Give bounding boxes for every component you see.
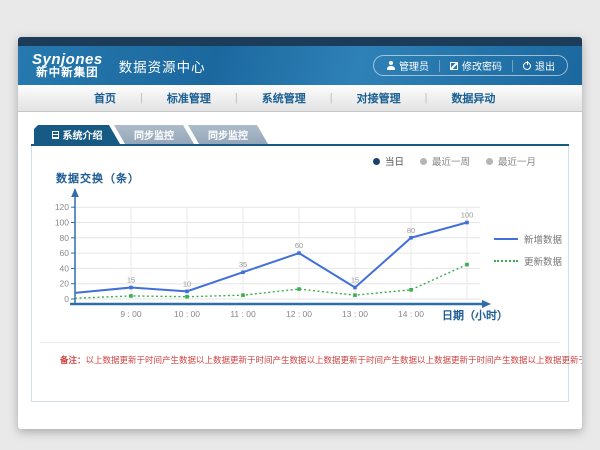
radio-today[interactable]: 当日 xyxy=(373,154,404,168)
svg-text:15: 15 xyxy=(351,276,359,285)
nav-item-system-mgmt[interactable]: 系统管理 xyxy=(238,90,330,106)
tab-sync-monitor-1[interactable]: 同步监控 xyxy=(114,125,194,144)
user-icon xyxy=(386,61,395,70)
logo-text-cn: 新中新集团 xyxy=(36,67,99,79)
change-password-button[interactable]: 修改密码 xyxy=(450,58,502,73)
svg-text:40: 40 xyxy=(60,263,70,273)
svg-text:100: 100 xyxy=(461,211,474,220)
radio-dot-icon xyxy=(420,158,427,165)
toolbar-divider xyxy=(512,60,513,72)
time-range-selector: 当日 最近一周 最近一月 xyxy=(373,154,536,168)
nav-item-interface-mgmt[interactable]: 对接管理 xyxy=(333,90,425,106)
nav-item-home[interactable]: 首页 xyxy=(70,90,140,106)
current-user-button[interactable]: 管理员 xyxy=(386,58,429,73)
document-icon xyxy=(52,131,59,139)
radio-label: 最近一月 xyxy=(498,154,536,168)
current-user-label: 管理员 xyxy=(399,58,429,73)
window-top-strip xyxy=(18,37,582,46)
logout-label: 退出 xyxy=(535,58,555,73)
app-header: Synjones 新中新集团 数据资源中心 管理员 修改密码 退出 xyxy=(18,46,582,85)
toolbar-divider xyxy=(439,60,440,72)
tab-label: 同步监控 xyxy=(208,127,248,142)
svg-text:15: 15 xyxy=(127,276,135,285)
svg-text:10 : 00: 10 : 00 xyxy=(174,309,200,319)
change-password-label: 修改密码 xyxy=(462,58,502,73)
svg-text:11 : 00: 11 : 00 xyxy=(230,309,256,319)
svg-text:日期（小时）: 日期（小时） xyxy=(442,308,508,322)
tab-label: 系统介绍 xyxy=(63,127,103,142)
logo-text-en: Synjones xyxy=(32,52,103,68)
tab-bar: 系统介绍 同步监控 同步监控 xyxy=(31,125,569,144)
svg-text:60: 60 xyxy=(295,241,303,250)
footnote-label: 备注： xyxy=(60,355,86,365)
legend-label: 更新数据 xyxy=(524,254,562,268)
svg-text:60: 60 xyxy=(60,248,70,258)
company-logo: Synjones 新中新集团 xyxy=(32,52,103,80)
svg-text:120: 120 xyxy=(55,202,69,212)
legend-label: 新增数据 xyxy=(524,232,562,246)
y-axis-title: 数据交换（条） xyxy=(56,170,140,186)
svg-text:12 : 00: 12 : 00 xyxy=(286,309,312,319)
legend-item-updated-data: 更新数据 xyxy=(494,254,562,268)
svg-text:10: 10 xyxy=(183,279,191,288)
edit-icon xyxy=(450,62,458,70)
page-title: 数据资源中心 xyxy=(119,56,206,76)
tab-system-intro[interactable]: 系统介绍 xyxy=(34,125,120,144)
svg-text:35: 35 xyxy=(239,260,247,269)
radio-last-month[interactable]: 最近一月 xyxy=(486,154,536,168)
user-toolbar: 管理员 修改密码 退出 xyxy=(373,55,568,76)
svg-text:9 : 00: 9 : 00 xyxy=(120,309,142,319)
footnote-text: 以上数据更新于时间产生数据以上数据更新于时间产生数据以上数据更新于时间产生数据以… xyxy=(86,355,582,365)
svg-text:20: 20 xyxy=(60,279,70,289)
svg-text:14 : 00: 14 : 00 xyxy=(398,309,424,319)
green-dotted-line-icon xyxy=(494,260,518,262)
power-icon xyxy=(523,62,531,70)
radio-dot-icon xyxy=(373,158,380,165)
radio-label: 最近一周 xyxy=(432,154,470,168)
line-chart: 0 20 40 60 80 100 120 9 : 00 10 : 00 11 : 00 12 : … xyxy=(48,187,508,327)
content-area: 系统介绍 同步监控 同步监控 当日 最近一周 xyxy=(18,112,582,402)
radio-label: 当日 xyxy=(385,154,404,168)
chart-panel: 当日 最近一周 最近一月 数据交换（条） 0 20 40 60 80 100 120 9 : … xyxy=(31,146,569,402)
app-window: Synjones 新中新集团 数据资源中心 管理员 修改密码 退出 首页 | 标… xyxy=(18,37,582,429)
note-divider xyxy=(40,342,560,343)
svg-text:80: 80 xyxy=(60,233,70,243)
radio-last-week[interactable]: 最近一周 xyxy=(420,154,470,168)
chart-legend: 新增数据 更新数据 xyxy=(494,232,562,268)
nav-item-standard-mgmt[interactable]: 标准管理 xyxy=(143,90,235,106)
radio-dot-icon xyxy=(486,158,493,165)
tab-label: 同步监控 xyxy=(134,127,174,142)
blue-line-icon xyxy=(494,238,518,240)
legend-item-new-data: 新增数据 xyxy=(494,232,562,246)
svg-text:13 : 00: 13 : 00 xyxy=(342,309,368,319)
logout-button[interactable]: 退出 xyxy=(523,58,555,73)
nav-item-data-change[interactable]: 数据异动 xyxy=(427,90,519,106)
svg-text:80: 80 xyxy=(407,226,415,235)
tab-sync-monitor-2[interactable]: 同步监控 xyxy=(188,125,268,144)
svg-text:0: 0 xyxy=(64,294,69,304)
footnote: 备注：以上数据更新于时间产生数据以上数据更新于时间产生数据以上数据更新于时间产生… xyxy=(60,354,582,366)
svg-text:100: 100 xyxy=(55,218,69,228)
main-nav: 首页 | 标准管理 | 系统管理 | 对接管理 | 数据异动 xyxy=(18,85,582,112)
tab-underline xyxy=(31,144,569,146)
